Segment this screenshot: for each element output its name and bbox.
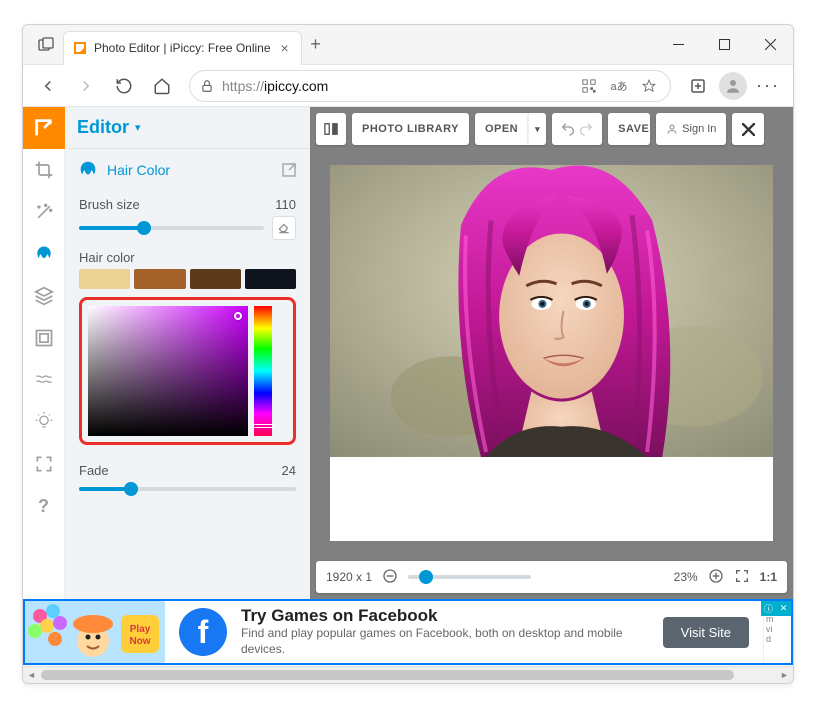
tab-close-button[interactable]: × — [277, 40, 293, 56]
browser-tab[interactable]: Photo Editor | iPiccy: Free Online × — [63, 31, 302, 65]
color-picker — [79, 297, 296, 445]
tips-tool-icon[interactable] — [23, 401, 65, 443]
textures-tool-icon[interactable] — [23, 359, 65, 401]
ipiccy-logo-icon[interactable] — [23, 107, 65, 149]
undo-button[interactable] — [560, 121, 576, 137]
portrait-image — [330, 165, 773, 457]
help-tool-icon[interactable]: ? — [23, 485, 65, 527]
translate-icon[interactable]: аあ — [608, 75, 630, 97]
address-bar[interactable]: https://ipiccy.com аあ — [189, 70, 671, 102]
tool-rail: ? — [23, 107, 65, 599]
new-tab-button[interactable]: + — [302, 31, 330, 59]
nav-back-button[interactable] — [31, 69, 65, 103]
browser-titlebar: Photo Editor | iPiccy: Free Online × + — [23, 25, 793, 65]
saturation-value-field[interactable] — [88, 306, 248, 436]
swatch-brown[interactable] — [134, 269, 185, 289]
brush-size-value: 110 — [275, 197, 296, 212]
save-button[interactable]: SAVE — [608, 113, 650, 145]
editor-dropdown[interactable]: Editor ▾ — [65, 107, 310, 149]
canvas-image[interactable] — [330, 165, 773, 541]
collections-button[interactable] — [681, 69, 715, 103]
sv-cursor-icon — [234, 312, 242, 320]
ad-text: Try Games on Facebook Find and play popu… — [241, 606, 663, 657]
canvas-area: PHOTO LIBRARY OPEN ▾ SAVE Sign In — [310, 107, 793, 599]
tab-manager-button[interactable] — [29, 31, 63, 59]
chevron-down-icon: ▾ — [535, 124, 540, 135]
hue-slider[interactable] — [254, 306, 272, 436]
brush-size-slider[interactable] — [79, 221, 264, 235]
adchoices-icon[interactable]: ⓘ✕ — [761, 601, 791, 616]
fullscreen-tool-icon[interactable] — [23, 443, 65, 485]
ad-title: Try Games on Facebook — [241, 606, 663, 626]
svg-text:Now: Now — [129, 636, 150, 647]
retouch-tool-icon[interactable] — [23, 233, 65, 275]
window-minimize-button[interactable] — [655, 25, 701, 65]
redo-button[interactable] — [578, 121, 594, 137]
nav-forward-button[interactable] — [69, 69, 103, 103]
swatch-darkbrown[interactable] — [190, 269, 241, 289]
sign-in-button[interactable]: Sign In — [656, 113, 726, 145]
zoom-out-button[interactable] — [382, 568, 398, 587]
effects-tool-icon[interactable] — [23, 191, 65, 233]
profile-button[interactable] — [719, 72, 747, 100]
zoom-slider[interactable] — [408, 570, 531, 584]
hue-cursor-icon — [252, 424, 274, 428]
swatch-blonde[interactable] — [79, 269, 130, 289]
window-close-button[interactable] — [747, 25, 793, 65]
frames-tool-icon[interactable] — [23, 317, 65, 359]
horizontal-scrollbar[interactable]: ◄ ► — [23, 666, 793, 683]
open-button[interactable]: OPEN — [475, 113, 528, 145]
zoom-in-button[interactable] — [708, 568, 724, 587]
ad-cta-button[interactable]: Visit Site — [663, 617, 749, 648]
url-text: https://ipiccy.com — [222, 78, 328, 94]
ad-banner[interactable]: Play Now f Try Games on Facebook Find an… — [23, 599, 793, 665]
fade-slider[interactable] — [79, 482, 296, 496]
zoom-value: 23% — [674, 570, 698, 584]
close-panel-button[interactable] — [732, 113, 764, 145]
nav-refresh-button[interactable] — [107, 69, 141, 103]
fade-value: 24 — [282, 463, 296, 478]
tool-name: Hair Color — [107, 162, 170, 178]
swatch-black[interactable] — [245, 269, 296, 289]
chevron-down-icon: ▾ — [135, 121, 141, 134]
preset-swatches — [79, 269, 296, 289]
qr-icon[interactable] — [578, 75, 600, 97]
open-dropdown-button[interactable]: ▾ — [528, 113, 546, 145]
nav-home-button[interactable] — [145, 69, 179, 103]
person-icon — [666, 123, 678, 135]
ad-game-thumb: Play Now — [25, 601, 165, 663]
browser-toolbar: https://ipiccy.com аあ ··· — [23, 65, 793, 107]
popout-icon[interactable] — [280, 161, 298, 179]
canvas-toolbar: PHOTO LIBRARY OPEN ▾ SAVE Sign In — [316, 113, 787, 149]
compare-button[interactable] — [316, 113, 346, 145]
svg-text:Play: Play — [130, 624, 151, 635]
eraser-button[interactable] — [272, 216, 296, 240]
hair-icon — [77, 159, 99, 181]
ipiccy-favicon-icon — [72, 40, 88, 56]
favorite-icon[interactable] — [638, 75, 660, 97]
image-dimensions: 1920 x 1 — [326, 570, 372, 584]
tool-header: Hair Color — [65, 149, 310, 191]
hair-color-label: Hair color — [79, 250, 135, 265]
layers-tool-icon[interactable] — [23, 275, 65, 317]
lock-icon — [200, 79, 214, 93]
ad-subtitle: Find and play popular games on Facebook,… — [241, 626, 663, 657]
fade-label: Fade — [79, 463, 109, 478]
canvas-statusbar: 1920 x 1 23% 1:1 — [316, 561, 787, 593]
fit-screen-button[interactable] — [734, 568, 750, 587]
editor-sidebar: Editor ▾ Hair Color Brush size 110 — [65, 107, 310, 599]
menu-button[interactable]: ··· — [751, 69, 785, 103]
brush-size-label: Brush size — [79, 197, 140, 212]
one-to-one-button[interactable]: 1:1 — [760, 570, 777, 584]
crop-tool-icon[interactable] — [23, 149, 65, 191]
tab-title: Photo Editor | iPiccy: Free Online — [94, 41, 271, 55]
window-maximize-button[interactable] — [701, 25, 747, 65]
facebook-logo-icon: f — [179, 608, 227, 656]
photo-library-button[interactable]: PHOTO LIBRARY — [352, 113, 469, 145]
